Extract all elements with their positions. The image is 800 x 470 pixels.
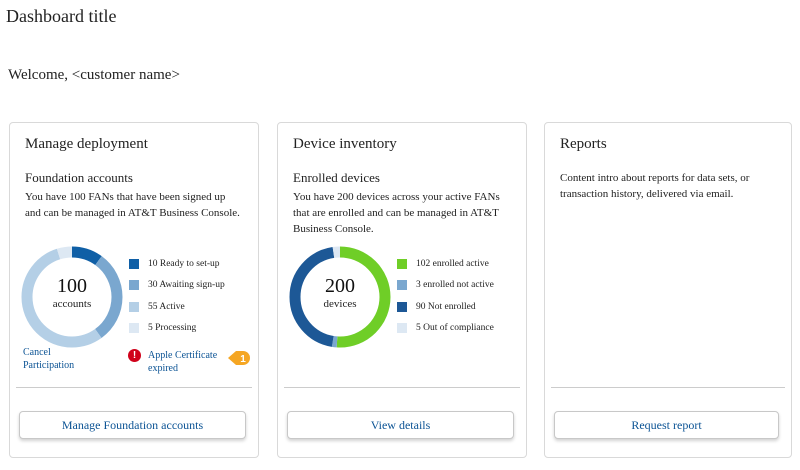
legend-swatch: [129, 280, 139, 291]
badge-count: 1: [240, 354, 246, 365]
legend-item: 10 Ready to set-up: [129, 253, 225, 275]
card-divider: [551, 387, 785, 388]
donut-total: 200: [325, 275, 355, 297]
notification-badge-icon[interactable]: 1: [228, 349, 252, 367]
donut-center: 200 devices: [288, 275, 392, 311]
reports-card: Reports Content intro about reports for …: [544, 122, 792, 458]
card-title: Manage deployment: [25, 136, 148, 152]
card-subtitle: Foundation accounts: [25, 170, 133, 185]
devices-donut-chart: 200 devices: [288, 245, 392, 349]
card-divider: [16, 387, 252, 388]
dashboard-title: Dashboard title: [6, 6, 117, 26]
manage-foundation-accounts-button[interactable]: Manage Foundation accounts: [19, 411, 246, 439]
apple-certificate-expired-link[interactable]: Apple Certificate expired: [148, 349, 233, 375]
device-inventory-card: Device inventory Enrolled devices You ha…: [277, 122, 527, 458]
card-intro: You have 200 devices across your active …: [293, 191, 500, 235]
legend-swatch: [129, 258, 139, 269]
donut-center: 100 accounts: [20, 275, 124, 311]
legend-label: 55 Active: [148, 301, 185, 312]
donut-total: 100: [57, 275, 87, 297]
legend-label: 5 Out of compliance: [416, 323, 494, 334]
legend-swatch: [397, 280, 407, 291]
legend-label: 102 enrolled active: [416, 258, 489, 269]
card-title: Device inventory: [293, 136, 397, 152]
legend-label: 30 Awaiting sign-up: [148, 280, 225, 291]
legend-label: 90 Not enrolled: [416, 301, 476, 312]
legend-swatch: [129, 323, 139, 334]
legend-item: 3 enrolled not active: [397, 275, 494, 297]
legend-label: 3 enrolled not active: [416, 280, 494, 291]
legend-item: 102 enrolled active: [397, 253, 494, 275]
legend-label: 10 Ready to set-up: [148, 258, 220, 269]
card-divider: [284, 387, 520, 388]
donut-unit: devices: [323, 298, 357, 310]
card-title: Reports: [560, 136, 607, 152]
card-subtitle: Enrolled devices: [293, 170, 380, 185]
legend-swatch: [397, 301, 407, 312]
request-report-button[interactable]: Request report: [554, 411, 779, 439]
donut-unit: accounts: [52, 298, 92, 310]
view-details-button[interactable]: View details: [287, 411, 514, 439]
legend-label: 5 Processing: [148, 323, 197, 334]
welcome-message: Welcome, <customer name>: [8, 67, 180, 83]
devices-legend: 102 enrolled active 3 enrolled not activ…: [397, 253, 494, 339]
legend-item: 30 Awaiting sign-up: [129, 275, 225, 297]
legend-item: 55 Active: [129, 296, 225, 318]
card-intro: You have 100 FANs that have been signed …: [25, 191, 240, 219]
card-intro: Content intro about reports for data set…: [560, 172, 750, 200]
cancel-participation-link[interactable]: Cancel Participation: [23, 346, 93, 372]
legend-item: 5 Processing: [129, 318, 225, 340]
accounts-donut-chart: 100 accounts: [20, 245, 124, 349]
legend-item: 5 Out of compliance: [397, 318, 494, 340]
legend-swatch: [397, 258, 407, 269]
exclamation-icon: !: [128, 349, 141, 362]
manage-deployment-card: Manage deployment Foundation accounts Yo…: [9, 122, 259, 458]
legend-swatch: [397, 323, 407, 334]
legend-swatch: [129, 301, 139, 312]
legend-item: 90 Not enrolled: [397, 296, 494, 318]
accounts-legend: 10 Ready to set-up 30 Awaiting sign-up 5…: [129, 253, 225, 339]
